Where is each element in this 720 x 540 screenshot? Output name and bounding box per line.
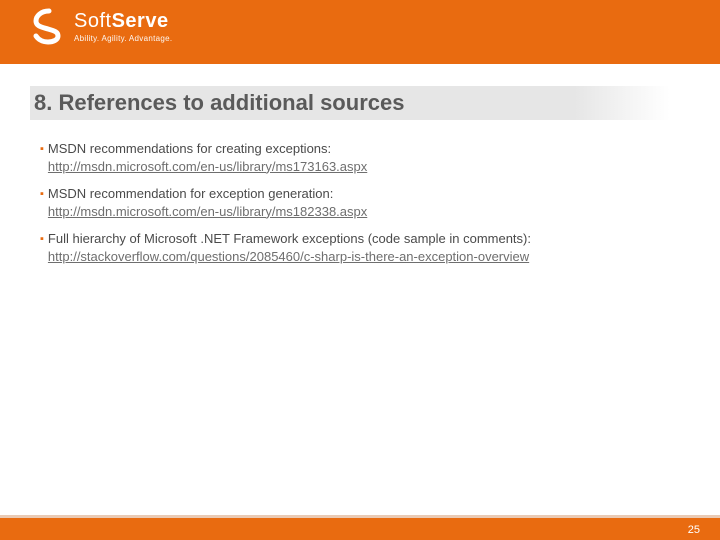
list-item: ▪ Full hierarchy of Microsoft .NET Frame… <box>40 230 680 265</box>
reference-link[interactable]: http://stackoverflow.com/questions/20854… <box>48 249 529 264</box>
slide: SoftServe Ability. Agility. Advantage. 8… <box>0 0 720 540</box>
bullet-icon: ▪ <box>40 185 44 220</box>
bullet-text: Full hierarchy of Microsoft .NET Framewo… <box>48 231 531 246</box>
logo-tagline: Ability. Agility. Advantage. <box>74 34 172 43</box>
footer-band: 25 <box>0 518 720 540</box>
bullet-text: MSDN recommendation for exception genera… <box>48 186 333 201</box>
list-item: ▪ MSDN recommendations for creating exce… <box>40 140 680 175</box>
brand-logo: SoftServe Ability. Agility. Advantage. <box>30 8 172 46</box>
bullet-body: MSDN recommendations for creating except… <box>48 140 680 175</box>
logo-text: SoftServe Ability. Agility. Advantage. <box>74 11 172 43</box>
bullet-icon: ▪ <box>40 140 44 175</box>
page-title: 8. References to additional sources <box>30 86 670 120</box>
page-number: 25 <box>688 524 700 536</box>
logo-name-part-b: Serve <box>112 10 169 32</box>
logo-name-part-a: Soft <box>74 10 112 32</box>
bullet-body: MSDN recommendation for exception genera… <box>48 185 680 220</box>
reference-link[interactable]: http://msdn.microsoft.com/en-us/library/… <box>48 204 367 219</box>
logo-icon <box>30 8 68 46</box>
bullet-body: Full hierarchy of Microsoft .NET Framewo… <box>48 230 680 265</box>
logo-name: SoftServe <box>74 11 172 31</box>
content-area: ▪ MSDN recommendations for creating exce… <box>40 140 680 275</box>
bullet-text: MSDN recommendations for creating except… <box>48 141 331 156</box>
heading-container: 8. References to additional sources <box>30 86 690 120</box>
bullet-icon: ▪ <box>40 230 44 265</box>
reference-link[interactable]: http://msdn.microsoft.com/en-us/library/… <box>48 159 367 174</box>
list-item: ▪ MSDN recommendation for exception gene… <box>40 185 680 220</box>
